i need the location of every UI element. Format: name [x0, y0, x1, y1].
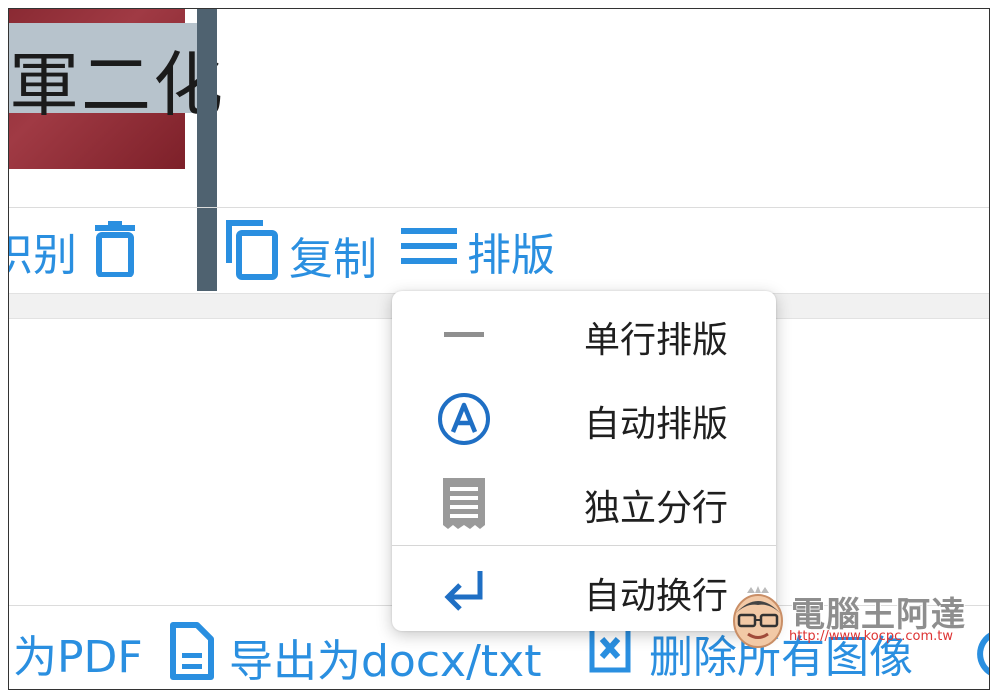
menu-item-separate-lines[interactable]: 独立分行 [392, 461, 776, 545]
trash-icon [93, 221, 137, 288]
return-arrow-icon [436, 563, 492, 619]
copy-button[interactable]: 复制 [223, 217, 377, 292]
menu-lines-icon [401, 224, 457, 279]
toolbar-divider [9, 207, 989, 208]
menu-item-label: 自动换行 [584, 576, 729, 617]
menu-item-auto-layout[interactable]: 自动排版 [392, 377, 776, 461]
copy-label: 复制 [289, 233, 377, 285]
app-window: 軍二化 识别 复制 [8, 8, 990, 690]
menu-item-label: 自动排版 [584, 404, 729, 445]
circled-a-icon [436, 391, 492, 447]
image-text-highlight: 軍二化 [9, 23, 223, 126]
delete-button[interactable] [93, 221, 137, 288]
layout-label: 排版 [467, 230, 555, 281]
horizontal-line-icon [436, 307, 492, 363]
layout-button[interactable]: 排版 [401, 219, 555, 283]
image-recognized-text: 軍二化 [9, 44, 225, 126]
document-icon [169, 621, 215, 689]
menu-item-auto-wrap[interactable]: 自动换行 [392, 549, 776, 633]
copy-icon [223, 217, 279, 292]
menu-item-label: 独立分行 [584, 488, 729, 529]
export-pdf-button[interactable]: 为PDF [13, 621, 143, 685]
layout-popup-menu: 单行排版 自动排版 独立分行 自动换行 [392, 291, 776, 631]
menu-item-single-line[interactable]: 单行排版 [392, 293, 776, 377]
watermark: 電腦王阿達 http://www.kocpc.com.tw [727, 581, 989, 651]
paragraph-document-icon [436, 475, 492, 531]
menu-divider [392, 545, 776, 546]
export-pdf-label: 为PDF [13, 632, 143, 683]
vertical-divider[interactable] [197, 9, 217, 291]
recognize-button[interactable]: 识别 [9, 219, 77, 283]
recognize-label: 识别 [9, 230, 77, 281]
watermark-url: http://www.kocpc.com.tw [789, 629, 953, 644]
mascot-face-icon [729, 585, 787, 653]
export-docx-label: 导出为docx/txt [229, 635, 542, 687]
menu-item-label: 单行排版 [584, 320, 729, 361]
